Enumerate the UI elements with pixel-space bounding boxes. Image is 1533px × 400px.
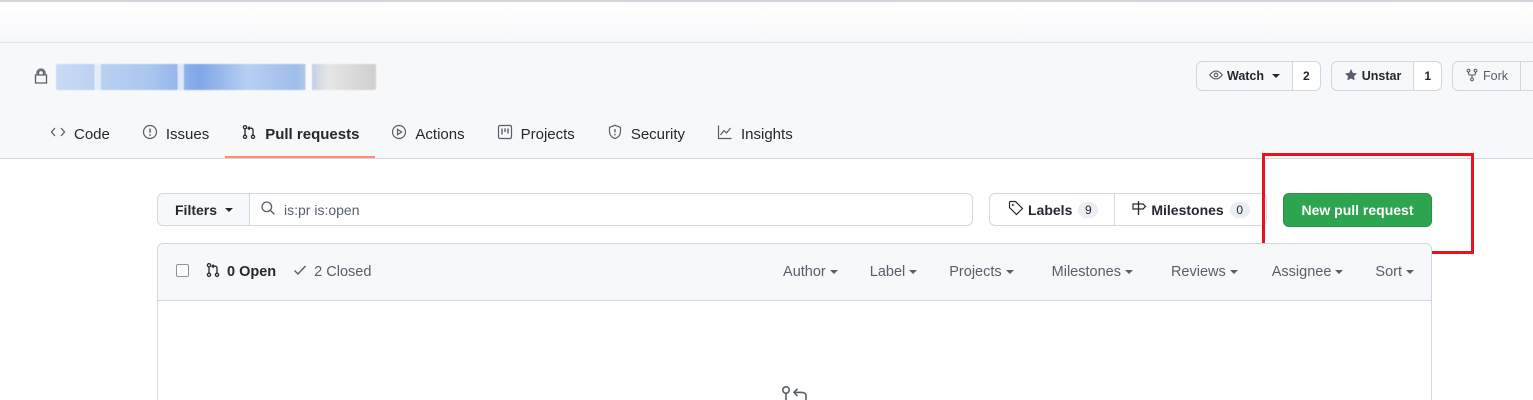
search-icon [260,200,276,219]
chevron-down-icon [909,270,918,274]
tab-label: Code [74,125,110,143]
chevron-down-icon [1005,270,1014,274]
labels-button[interactable]: Labels 9 [990,194,1114,225]
tag-icon [1008,200,1024,219]
reviews-menu[interactable]: Reviews [1149,264,1254,280]
chevron-down-icon [1335,270,1344,274]
label-menu[interactable]: Label [854,264,933,280]
select-all-checkbox[interactable] [176,263,189,277]
project-icon [497,124,513,144]
chevron-down-icon [225,207,234,212]
git-pull-request-icon [205,262,221,282]
tab-code[interactable]: Code [34,112,126,158]
menu-label: Projects [949,264,1002,280]
fork-button-group: Fork [1452,61,1533,91]
fork-button[interactable]: Fork [1453,62,1521,90]
lock-icon [34,67,48,87]
milestones-button[interactable]: Milestones 0 [1114,194,1265,225]
tab-pull-requests[interactable]: Pull requests [225,112,376,158]
issue-opened-icon [142,124,158,144]
tab-issues[interactable]: Issues [126,112,225,158]
play-icon [391,124,407,144]
tab-label: Issues [165,125,210,143]
closed-filter-link[interactable]: 2 Closed [292,262,371,282]
code-icon [50,124,66,144]
sort-menu[interactable]: Sort [1359,264,1414,280]
tab-label: Actions [415,125,465,143]
milestones-menu[interactable]: Milestones [1030,264,1149,280]
repository-tabs: Code Issues Pull requests Actions Projec… [34,112,809,158]
global-header [0,0,1533,43]
chevron-down-icon [829,270,838,274]
watch-label: Watch [1226,69,1265,83]
watch-count[interactable]: 2 [1293,62,1320,90]
filters-button[interactable]: Filters [158,194,251,225]
chevron-down-icon [1229,270,1238,274]
filter-bar: Filters is:pr is:open [157,193,973,226]
tab-security[interactable]: Security [591,112,701,158]
watch-button-group: Watch 2 [1195,61,1321,91]
filter-menus: Author Label Projects Milestones Reviews… [767,264,1431,280]
watch-button[interactable]: Watch [1197,62,1294,90]
labels-milestones-group: Labels 9 Milestones 0 [989,193,1267,226]
search-value: is:pr is:open [284,201,360,218]
labels-label: Labels [1028,201,1073,218]
chevron-down-icon [1406,270,1414,274]
chevron-down-icon [1272,74,1281,78]
tab-label: Security [630,125,685,143]
list-header: 0 Open 2 Closed Author Label Projects Mi… [158,244,1431,301]
author-menu[interactable]: Author [767,264,854,280]
tab-label: Projects [520,125,575,143]
tab-actions[interactable]: Actions [375,112,480,158]
pull-request-list: 0 Open 2 Closed Author Label Projects Mi… [157,243,1432,400]
unstar-label: Unstar [1361,69,1402,83]
shield-icon [607,124,623,144]
labels-count: 9 [1078,201,1099,218]
projects-menu[interactable]: Projects [933,264,1029,280]
star-filled-icon [1344,68,1358,85]
git-pull-request-icon [241,124,257,144]
redacted-repo-name [56,64,376,90]
tab-label: Insights [741,125,793,143]
tab-label: Pull requests [265,125,360,143]
chevron-down-icon [1124,270,1133,274]
menu-label: Reviews [1170,264,1226,280]
repository-title[interactable] [34,64,376,90]
tab-projects[interactable]: Projects [481,112,591,158]
header-top-border [0,0,1533,2]
fork-label: Fork [1483,69,1508,83]
star-count[interactable]: 1 [1414,62,1441,90]
menu-label: Author [783,264,826,280]
repository-actions: Watch 2 Unstar 1 Fork [1195,61,1533,91]
milestones-label: Milestones [1151,201,1224,218]
menu-label: Assignee [1271,264,1332,280]
unstar-button[interactable]: Unstar [1332,62,1415,90]
graph-icon [717,124,733,144]
repo-forked-icon [1465,68,1479,85]
menu-label: Sort [1375,264,1402,280]
menu-label: Milestones [1051,264,1121,280]
tab-insights[interactable]: Insights [701,112,809,158]
closed-count-label: 2 Closed [314,264,372,280]
milestones-count: 0 [1229,201,1250,218]
filters-label: Filters [175,201,218,218]
check-icon [292,262,308,282]
star-button-group: Unstar 1 [1330,61,1442,91]
menu-label: Label [869,264,906,280]
assignee-menu[interactable]: Assignee [1254,264,1360,280]
search-input[interactable]: is:pr is:open [250,194,972,225]
milestone-icon [1131,200,1147,219]
eye-icon [1209,68,1223,85]
open-count-label: 0 Open [227,264,277,280]
open-filter-link[interactable]: 0 Open [205,262,276,282]
annotation-highlight-box [1262,153,1474,254]
blankslate-pull-request-icon [780,384,808,400]
